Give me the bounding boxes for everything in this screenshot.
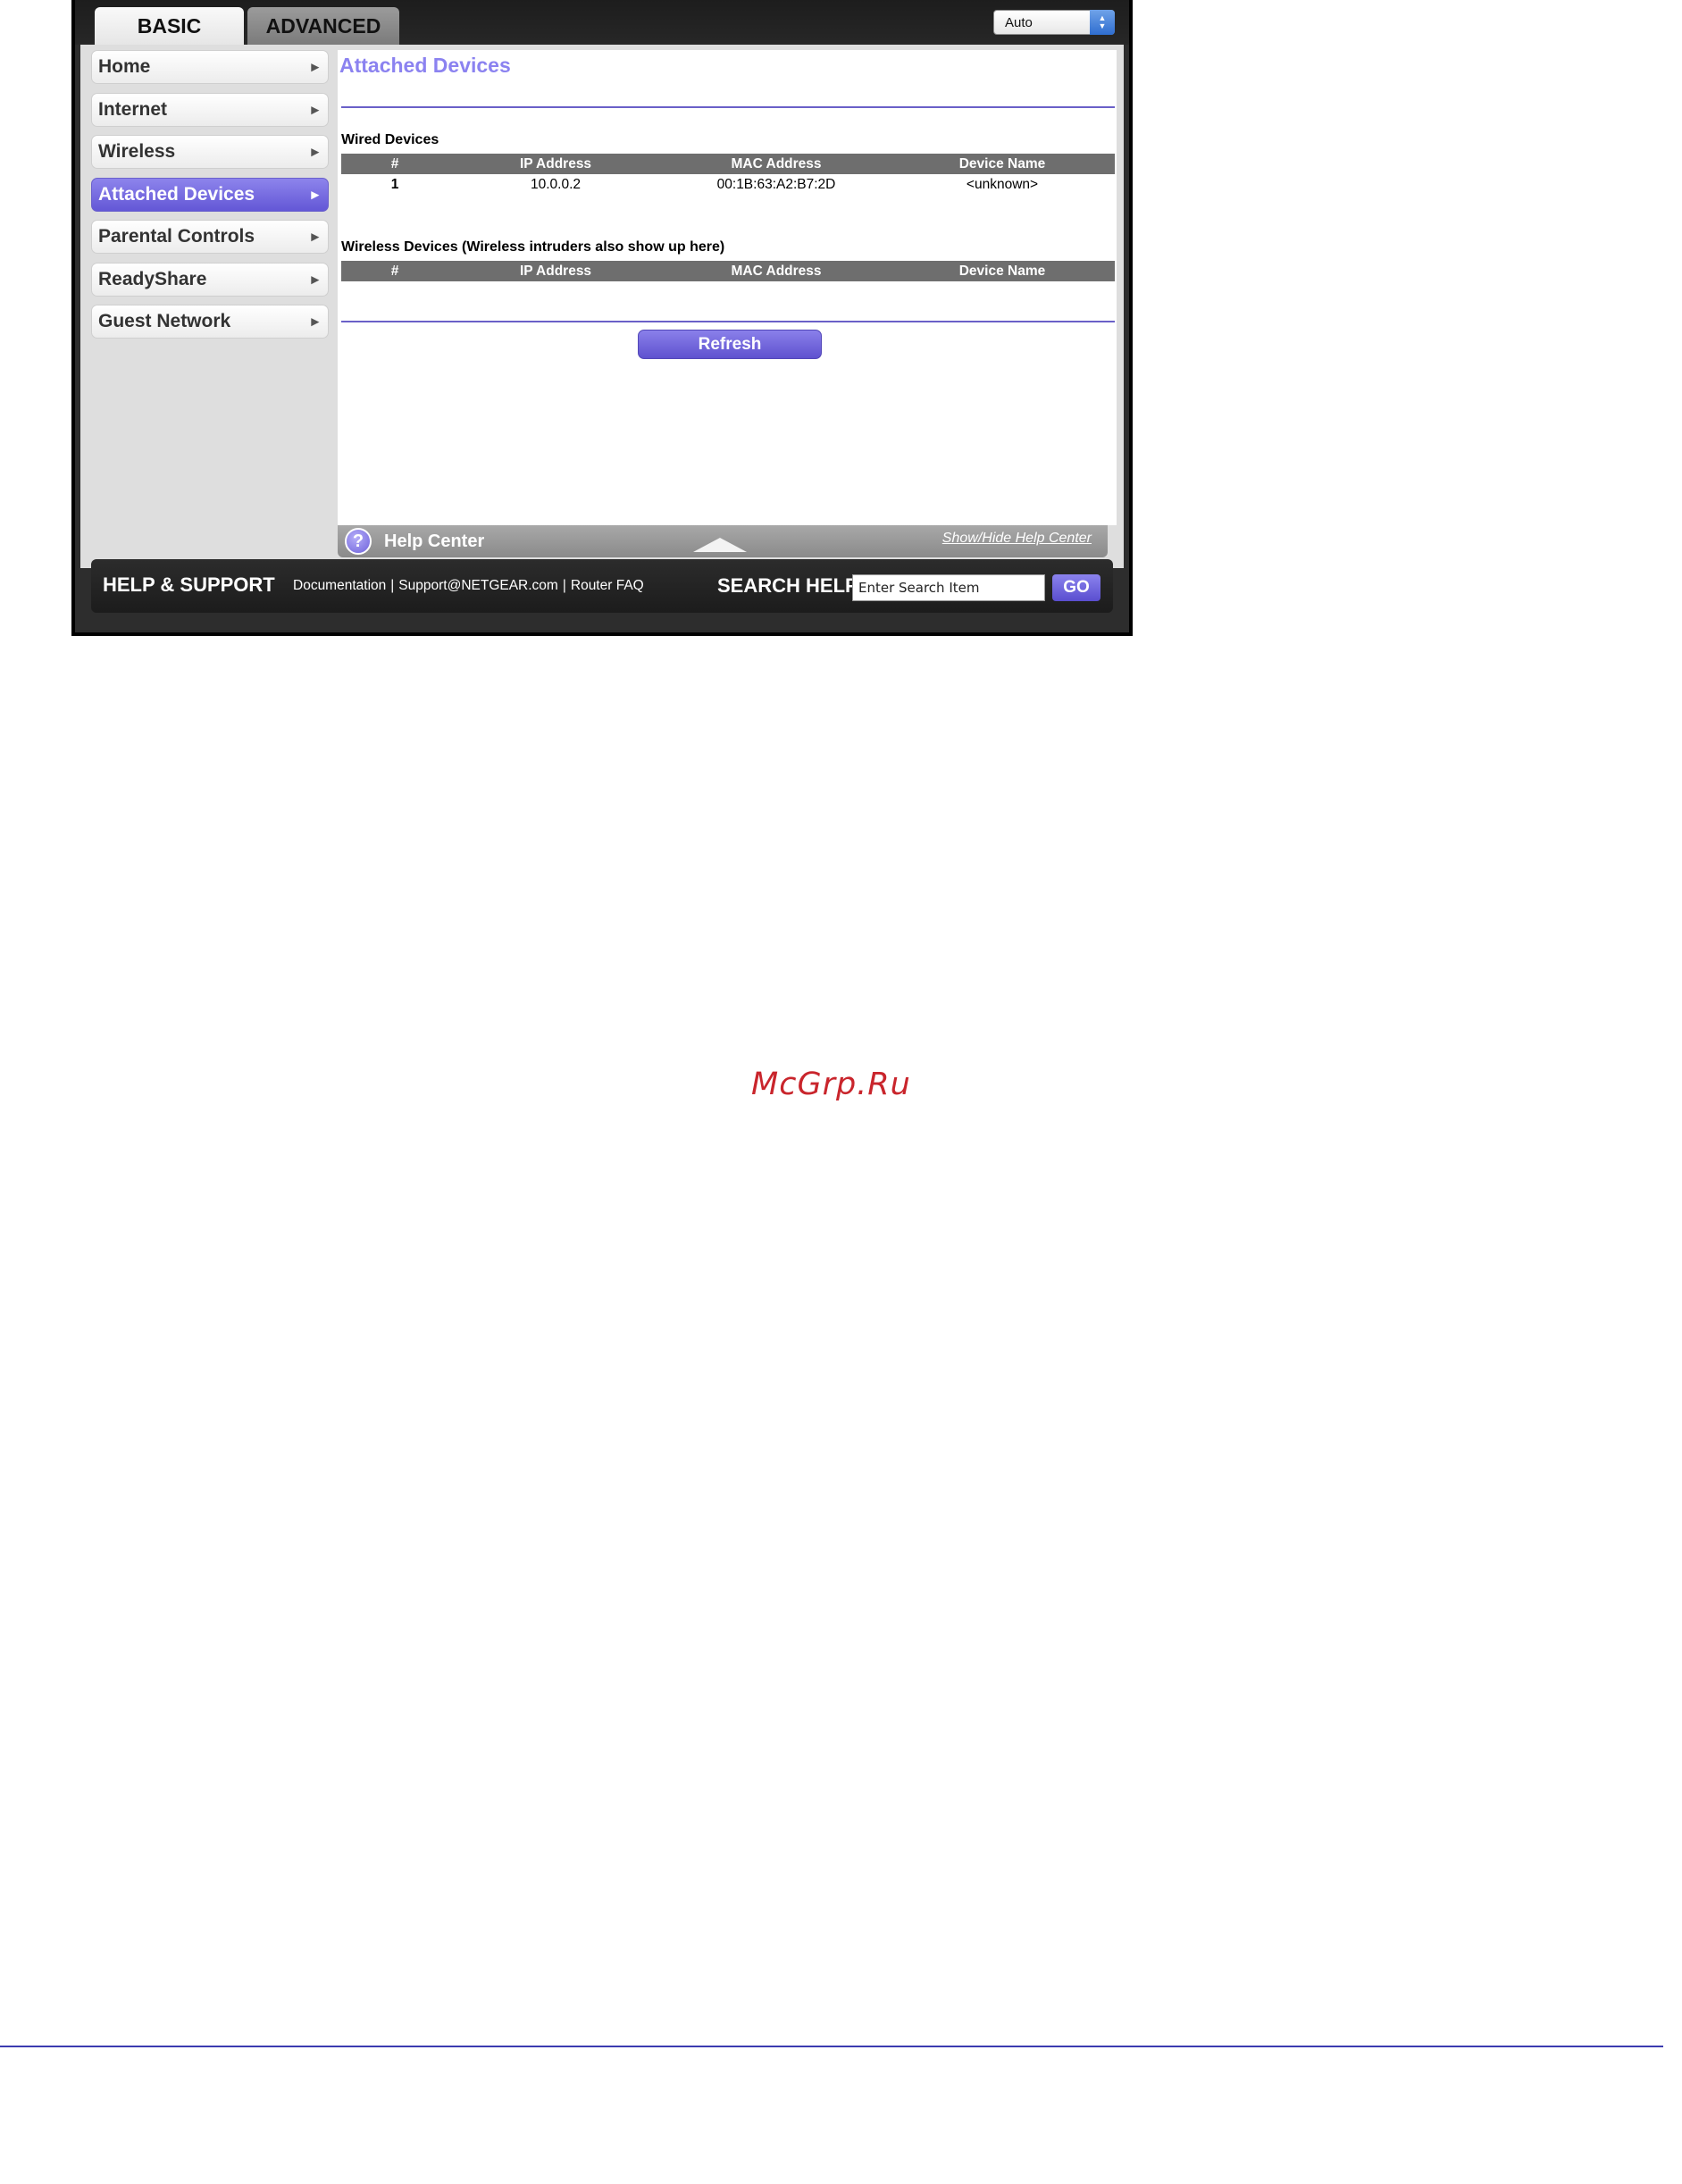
column-header: Device Name <box>890 261 1115 281</box>
chevron-right-icon: ▶ <box>311 146 319 158</box>
documentation-link[interactable]: Documentation <box>293 578 386 594</box>
divider <box>341 321 1115 322</box>
sidebar-item-label: Parental Controls <box>98 226 255 247</box>
page-footer-rule <box>0 2046 1663 2047</box>
tab-basic[interactable]: BASIC <box>95 7 244 45</box>
divider <box>341 106 1115 108</box>
chevron-right-icon: ▶ <box>311 105 319 115</box>
wireless-devices-table: # IP Address MAC Address Device Name <box>341 261 1115 281</box>
support-links: Documentation | Support@NETGEAR.com | Ro… <box>293 578 644 594</box>
main-body: Home ▶ Internet ▶ Wireless ▶ Attached De… <box>80 45 1124 568</box>
language-select[interactable]: Auto ▲ ▼ <box>993 10 1115 35</box>
support-email-link[interactable]: Support@NETGEAR.com <box>398 578 558 594</box>
chevron-right-icon: ▶ <box>311 274 319 285</box>
chevron-right-icon: ▶ <box>311 231 319 243</box>
router-ui-screenshot: BASIC ADVANCED Auto ▲ ▼ Home ▶ Internet ▶… <box>71 0 1133 636</box>
go-button[interactable]: GO <box>1052 574 1100 601</box>
refresh-button[interactable]: Refresh <box>638 330 822 359</box>
chevron-right-icon: ▶ <box>311 62 319 73</box>
column-header: IP Address <box>448 261 663 281</box>
sidebar-item-home[interactable]: Home ▶ <box>91 50 329 84</box>
sidebar-item-internet[interactable]: Internet ▶ <box>91 92 329 127</box>
separator: | <box>562 578 566 593</box>
page-title: Attached Devices <box>339 54 511 77</box>
question-icon[interactable]: ? <box>345 528 372 555</box>
sidebar-item-wireless[interactable]: Wireless ▶ <box>91 135 329 169</box>
chevron-right-icon: ▶ <box>311 316 319 328</box>
sidebar-item-attached-devices[interactable]: Attached Devices ▶ <box>91 177 329 212</box>
wired-devices-table: # IP Address MAC Address Device Name 1 1… <box>341 154 1115 195</box>
wireless-devices-label: Wireless Devices (Wireless intruders als… <box>341 239 725 255</box>
help-center-bar: ? Help Center Show/Hide Help Center <box>338 525 1108 557</box>
device-ip: 10.0.0.2 <box>530 176 582 192</box>
sidebar-item-label: Internet <box>98 98 168 120</box>
sidebar-item-label: Guest Network <box>98 311 231 331</box>
separator: | <box>390 578 395 593</box>
router-window: BASIC ADVANCED Auto ▲ ▼ Home ▶ Internet ▶… <box>75 0 1129 632</box>
help-support-bar: HELP & SUPPORT Documentation | Support@N… <box>91 559 1113 613</box>
device-number: 1 <box>390 176 399 192</box>
sidebar: Home ▶ Internet ▶ Wireless ▶ Attached De… <box>91 50 329 347</box>
table-header-row: # IP Address MAC Address Device Name <box>341 261 1115 281</box>
tab-advanced[interactable]: ADVANCED <box>247 7 399 45</box>
device-name: <unknown> <box>966 176 1039 192</box>
column-header: IP Address <box>448 154 663 174</box>
show-hide-help-link[interactable]: Show/Hide Help Center <box>942 531 1092 547</box>
table-header-row: # IP Address MAC Address Device Name <box>341 154 1115 174</box>
device-mac: 00:1B:63:A2:B7:2D <box>716 176 836 192</box>
table-row: 1 10.0.0.2 00:1B:63:A2:B7:2D <unknown> <box>341 174 1115 195</box>
search-help-label: SEARCH HELP <box>717 574 858 597</box>
search-input[interactable] <box>852 574 1045 601</box>
column-header: # <box>341 154 448 174</box>
sidebar-item-label: Attached Devices <box>98 183 255 205</box>
content-panel: Attached Devices Wired Devices # IP Addr… <box>338 50 1117 525</box>
sidebar-item-guest-network[interactable]: Guest Network ▶ <box>91 305 329 339</box>
router-faq-link[interactable]: Router FAQ <box>571 578 644 594</box>
sidebar-item-label: ReadyShare <box>98 268 207 289</box>
sidebar-item-readyshare[interactable]: ReadyShare ▶ <box>91 262 329 297</box>
help-support-title: HELP & SUPPORT <box>103 573 275 596</box>
column-header: # <box>341 261 448 281</box>
chevron-right-icon: ▶ <box>311 189 319 200</box>
sidebar-item-label: Home <box>98 56 151 77</box>
sidebar-item-label: Wireless <box>98 141 176 162</box>
watermark: McGrp.Ru <box>751 1067 911 1102</box>
sidebar-item-parental-controls[interactable]: Parental Controls ▶ <box>91 220 329 254</box>
top-tab-bar: BASIC ADVANCED Auto ▲ ▼ <box>75 0 1129 45</box>
column-header: MAC Address <box>663 261 890 281</box>
language-select-value: Auto <box>1005 14 1033 30</box>
column-header: Device Name <box>890 154 1115 174</box>
help-center-label: Help Center <box>384 531 485 551</box>
select-arrows-icon: ▲ ▼ <box>1090 10 1115 35</box>
column-header: MAC Address <box>663 154 890 174</box>
expand-up-icon[interactable] <box>693 538 747 552</box>
wired-devices-label: Wired Devices <box>341 132 439 147</box>
